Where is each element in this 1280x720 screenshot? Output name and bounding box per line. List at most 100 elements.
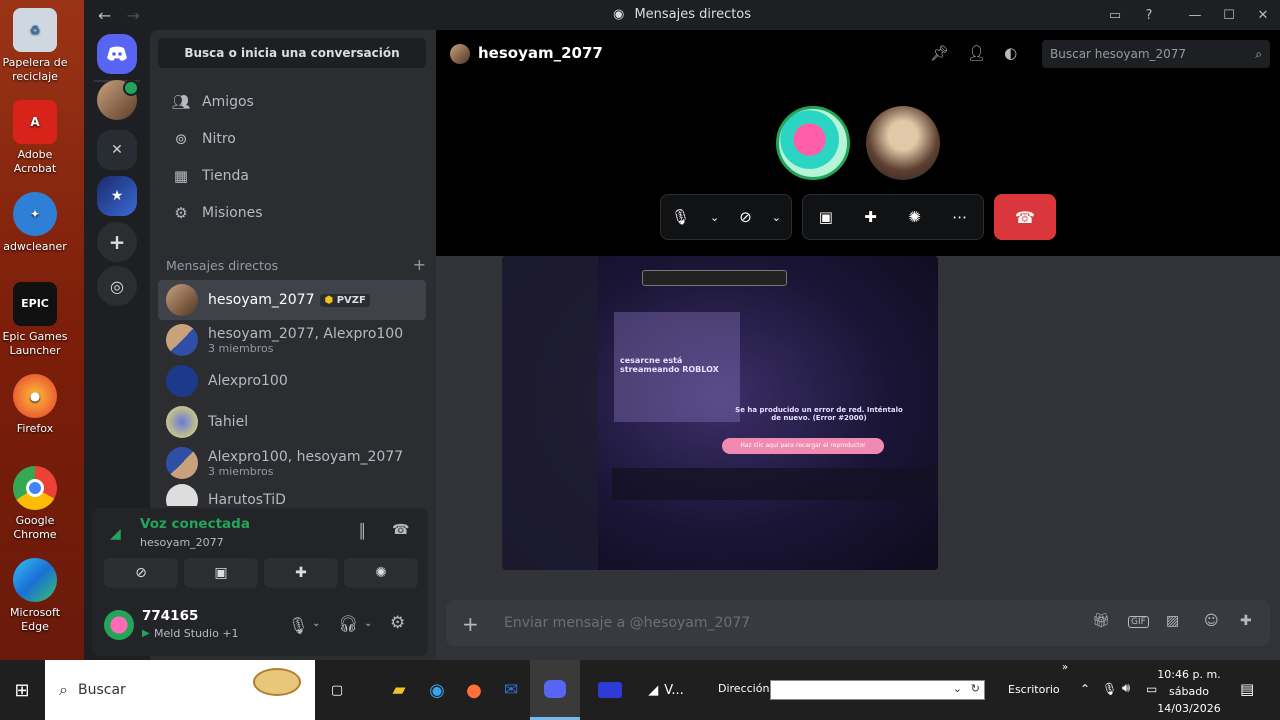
dm-item-hesoyam[interactable]: hesoyam_2077 ⬢ PVZF	[158, 280, 426, 320]
soundboard-button[interactable]: ✺	[344, 558, 418, 588]
desktop-icon-adobe-acrobat[interactable]: A Adobe Acrobat	[0, 100, 70, 176]
avatar	[166, 365, 198, 397]
call-camera-off-icon[interactable]: ⊘	[739, 208, 752, 226]
call-microphone-icon[interactable]: 🎙︎	[671, 208, 690, 226]
meld-taskbar-icon[interactable]	[592, 660, 628, 720]
settings-gear-icon[interactable]: ⚙	[390, 613, 405, 633]
close-icon[interactable]: ✕	[1246, 8, 1280, 23]
discord-home-icon[interactable]	[97, 34, 137, 74]
end-call-button[interactable]: ☎	[994, 194, 1056, 240]
dm-item-tahiel[interactable]: Tahiel	[158, 402, 426, 442]
desktop-icon-chrome[interactable]: Google Chrome	[0, 466, 70, 542]
taskbar-search-box[interactable]: ⌕ Buscar	[45, 660, 315, 720]
mic-chevron-icon[interactable]: ⌄	[710, 211, 719, 224]
message-input[interactable]: Enviar mensaje a @hesoyam_2077	[504, 615, 750, 631]
microphone-icon[interactable]: 🎙︎	[288, 616, 308, 635]
notifications-icon[interactable]: ▤	[1240, 680, 1254, 698]
edge-taskbar-icon[interactable]: ◉	[422, 660, 452, 720]
desktop-icon-firefox[interactable]: ● Firefox	[0, 374, 70, 436]
sticker-icon[interactable]: ▨	[1166, 613, 1179, 629]
server-blue-icon[interactable]: ★	[97, 176, 137, 216]
dm-item-alexpro100[interactable]: Alexpro100	[158, 361, 426, 401]
call-activities-icon[interactable]: ✚	[864, 208, 877, 226]
add-server-icon[interactable]: +	[97, 222, 137, 262]
outlook-taskbar-icon[interactable]: ✉	[496, 660, 526, 720]
gift-icon[interactable]: 🎁︎	[1092, 613, 1110, 629]
emoji-icon[interactable]: ☺	[1204, 613, 1219, 629]
disconnect-icon[interactable]: ☎	[392, 522, 409, 538]
nav-friends[interactable]: 👥︎ Amigos	[158, 84, 426, 120]
group-avatar	[166, 447, 198, 479]
server-voice-avatar[interactable]	[97, 80, 139, 120]
headphone-options-chevron-icon[interactable]: ⌄	[364, 618, 372, 629]
title-bar: ← → ◉ Mensajes directos ▭ ? — ☐ ✕	[84, 0, 1280, 30]
address-input[interactable]: ⌄ ↻	[770, 680, 985, 700]
call-header: hesoyam_2077 📌︎ 👤︎ ◐ Buscar hesoyam_2077…	[436, 30, 1280, 256]
minimize-icon[interactable]: —	[1178, 8, 1212, 23]
call-participant-avatar-1[interactable]	[776, 106, 850, 180]
call-action-controls: ▣ ✚ ✺ ⋯	[802, 194, 984, 240]
app-taskbar-icon: ◢	[648, 682, 659, 698]
tray-microphone-icon[interactable]: 🎙︎	[1102, 682, 1117, 696]
tray-chevron-icon[interactable]: ⌃	[1080, 682, 1090, 696]
nav-nitro[interactable]: ⊚ Nitro	[158, 121, 426, 157]
app-taskbar-button[interactable]: ◢ V...	[636, 660, 696, 720]
signal-icon: ◢	[110, 526, 121, 542]
camera-off-button[interactable]: ⊘	[104, 558, 178, 588]
noise-suppression-icon[interactable]: ║	[358, 524, 366, 540]
user-profile-icon[interactable]: ◐	[1004, 44, 1017, 62]
server-x-icon[interactable]: ✕	[97, 130, 137, 170]
user-avatar[interactable]	[104, 610, 134, 640]
message-composer: + Enviar mensaje a @hesoyam_2077 🎁︎ GIF …	[446, 600, 1270, 646]
attach-plus-icon[interactable]: +	[462, 612, 479, 636]
search-icon: ⌕	[1255, 47, 1262, 61]
screen-share-button[interactable]: ▣	[184, 558, 258, 588]
volume-icon[interactable]: 🔊︎	[1122, 681, 1130, 696]
discord-window: ← → ◉ Mensajes directos ▭ ? — ☐ ✕ ✕ ★ + …	[84, 0, 1280, 660]
add-friends-icon[interactable]: 👤︎	[967, 44, 986, 62]
mic-options-chevron-icon[interactable]: ⌄	[312, 618, 320, 629]
call-soundboard-icon[interactable]: ✺	[908, 208, 921, 226]
call-screen-share-icon[interactable]: ▣	[819, 208, 833, 226]
apps-icon[interactable]: ✚	[1240, 613, 1252, 629]
dm-search-input[interactable]: Buscar hesoyam_2077 ⌕	[1042, 40, 1270, 68]
pin-icon[interactable]: 📌︎	[930, 44, 949, 62]
system-clock[interactable]: 10:46 p. m. sábado 14/03/2026	[1154, 666, 1224, 717]
headphones-icon[interactable]: 🎧︎	[338, 614, 358, 633]
gif-icon[interactable]: GIF	[1128, 616, 1149, 628]
start-windows-icon[interactable]: ⊞	[0, 660, 44, 720]
screenshot-bottom-bar	[612, 468, 938, 500]
desktop-icon-adwcleaner[interactable]: ✦ adwcleaner	[0, 192, 70, 254]
dm-item-harutostid[interactable]: HarutosTiD	[158, 484, 426, 506]
task-view-icon[interactable]: ▢	[322, 660, 352, 720]
dm-item-group-1[interactable]: hesoyam_2077, Alexpro100 3 miembros	[158, 320, 426, 360]
file-explorer-icon[interactable]: ▰	[384, 660, 414, 720]
desktop-icon-epic-games[interactable]: EPIC Epic Games Launcher	[0, 282, 70, 358]
activities-button[interactable]: ✚	[264, 558, 338, 588]
desktop-icon-recycle-bin[interactable]: ♻ Papelera de reciclaje	[0, 8, 70, 84]
more-options-icon[interactable]: ⋯	[952, 208, 967, 226]
shared-screenshot-image[interactable]: cesarcne está streameando ROBLOX Se ha p…	[502, 256, 938, 570]
firefox-taskbar-icon[interactable]: ●	[459, 660, 489, 720]
call-participant-avatar-2[interactable]	[866, 106, 940, 180]
explore-servers-icon[interactable]: ◎	[97, 266, 137, 306]
screenshot-sidebar	[502, 256, 598, 570]
nav-quests[interactable]: ⚙ Misiones	[158, 195, 426, 231]
more-toolbars-icon[interactable]: »	[1062, 662, 1068, 673]
inbox-icon[interactable]: ▭	[1098, 8, 1132, 23]
camera-chevron-icon[interactable]: ⌄	[772, 211, 781, 224]
address-dropdown-icon[interactable]: ⌄	[953, 682, 962, 695]
desktop-icons-column: ♻ Papelera de reciclaje A Adobe Acrobat …	[0, 0, 84, 660]
hang-up-icon: ☎	[1015, 207, 1035, 227]
dm-item-group-2[interactable]: Alexpro100, hesoyam_2077 3 miembros	[158, 443, 426, 483]
create-dm-button[interactable]: +	[413, 255, 426, 274]
search-icon: ⌕	[59, 680, 68, 699]
desktop-icon-edge[interactable]: Microsoft Edge	[0, 558, 70, 634]
maximize-icon[interactable]: ☐	[1212, 8, 1246, 23]
nav-shop[interactable]: ▦ Tienda	[158, 158, 426, 194]
conversation-search-button[interactable]: Busca o inicia una conversación	[158, 38, 426, 68]
refresh-icon[interactable]: ↻	[971, 682, 980, 695]
discord-taskbar-button[interactable]	[530, 660, 580, 720]
dm-sidebar: Busca o inicia una conversación 👥︎ Amigo…	[92, 30, 436, 660]
help-icon[interactable]: ?	[1132, 8, 1166, 23]
